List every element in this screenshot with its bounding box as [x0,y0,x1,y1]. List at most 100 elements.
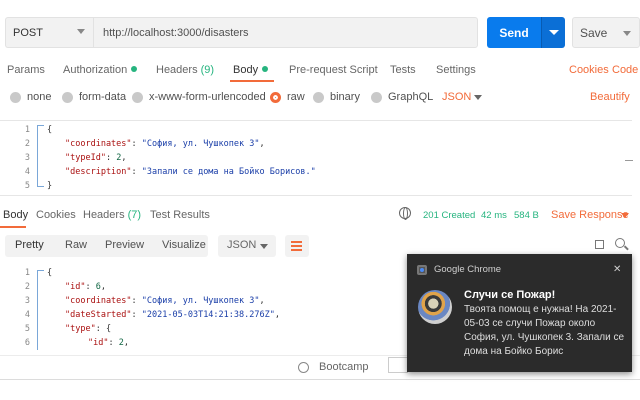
response-size[interactable]: 584 B [514,210,539,221]
tab-pre-request-script[interactable]: Pre-request Script [289,64,378,76]
tab-headers-label: Headers [156,64,198,76]
radio-binary-label: binary [330,91,360,103]
code-line: { [47,125,52,135]
view-visualize-button[interactable]: Visualize [162,239,206,251]
code-token: { [105,324,112,334]
response-format-label: JSON [227,239,257,251]
chrome-icon [417,264,427,275]
bootcamp-link[interactable]: Bootcamp [319,361,369,373]
response-tab-headers-label: Headers [83,209,125,221]
line-number: 2 [24,282,30,292]
save-response-button[interactable]: Save Response [551,209,629,221]
cookies-label: Cookies [569,64,609,76]
tab-settings[interactable]: Settings [436,64,476,76]
response-tab-test-results-label: Test Results [150,209,210,221]
response-tab-test-results[interactable]: Test Results [150,209,210,221]
chevron-down-icon [549,30,559,35]
tab-tests[interactable]: Tests [390,64,416,76]
response-body-viewer[interactable]: 1 2 3 4 5 6 { "id": 6, "coordinates": "С… [0,264,400,350]
response-time-text: 42 ms [481,210,507,221]
editor-resize-handle[interactable] [625,160,633,161]
response-tab-body-label: Body [3,209,29,221]
tab-authorization-label: Authorization [63,64,128,76]
line-number: 1 [24,125,30,135]
radio-binary[interactable]: binary [313,91,360,103]
chevron-down-icon [77,29,85,34]
close-icon[interactable]: ✕ [613,264,621,275]
response-view-toggle: Pretty Raw Preview Visualize [5,235,208,257]
radio-raw[interactable]: raw [270,91,305,103]
radio-none-label: none [27,91,52,103]
tab-headers[interactable]: Headers (9) [156,64,214,76]
cookies-link[interactable]: Cookies [569,64,609,76]
save-button[interactable]: Save [572,17,640,48]
tab-settings-label: Settings [436,64,476,76]
view-preview-button[interactable]: Preview [105,239,144,251]
active-tab-indicator [230,80,274,82]
code-link[interactable]: Code [612,64,638,76]
body-format-select[interactable]: JSON [442,91,482,103]
save-response-label: Save Response [551,209,629,221]
active-tab-indicator [0,226,26,228]
line-number: 4 [24,310,30,320]
code-value: "Запали се дома на Бойко Борисов." [141,167,316,177]
line-number: 3 [24,296,30,306]
method-label: POST [13,26,43,39]
search-icon[interactable] [615,238,625,248]
status-dot [262,66,269,72]
request-body-editor[interactable]: 1 2 3 4 5 { "coordinates": "София, ул. Ч… [0,120,632,196]
method-select[interactable]: POST [5,17,93,48]
radio-form-data[interactable]: form-data [62,91,126,103]
code-line: { [47,268,52,278]
code-label: Code [612,64,639,76]
code-key: "id" [65,282,86,292]
tab-params[interactable]: Params [7,64,45,76]
response-tab-body[interactable]: Body [3,209,28,221]
code-line: } [47,181,52,191]
tab-body[interactable]: Body [233,64,269,76]
response-size-text: 584 B [514,210,539,221]
code-value: "2021-05-03T14:21:38.276Z" [141,310,275,320]
code-value: 2 [116,153,122,163]
response-time[interactable]: 42 ms [481,210,507,221]
chrome-notification[interactable]: Google Chrome ✕ Случи се Пожар! Твоята п… [407,254,632,372]
view-pretty-button[interactable]: Pretty [15,239,44,251]
save-label: Save [580,25,608,40]
response-tab-cookies[interactable]: Cookies [36,209,76,221]
radio-graphql[interactable]: GraphQL [371,91,433,103]
response-format-select[interactable]: JSON [218,235,276,257]
radio-urlencoded[interactable]: x-www-form-urlencoded [132,91,266,103]
code-key: "coordinates" [65,296,132,306]
response-tab-headers[interactable]: Headers (7) [83,209,141,221]
headers-count: (7) [127,209,142,221]
chevron-down-icon [474,95,482,100]
wrap-lines-icon[interactable] [285,235,309,257]
tab-authorization[interactable]: Authorization [63,64,138,76]
send-options-button[interactable] [541,17,565,48]
notification-app-name: Google Chrome [434,264,502,275]
footer-button[interactable] [388,357,408,373]
status-code[interactable]: 201 Created [423,210,475,221]
code-token: } [47,181,53,191]
view-raw-button[interactable]: Raw [65,239,87,251]
notification-avatar [418,290,452,324]
code-line: "description": "Запали се дома на Бойко … [65,167,316,177]
chevron-down-icon [623,31,631,36]
globe-icon[interactable] [399,207,411,220]
tab-params-label: Params [7,64,45,76]
copy-icon[interactable] [592,237,604,249]
radio-raw-label: raw [287,91,305,103]
radio-none[interactable]: none [10,91,51,103]
headers-count: (9) [200,64,215,76]
send-label: Send [499,25,529,40]
line-number: 2 [24,139,30,149]
radio-selected-icon [270,91,281,103]
url-input[interactable]: http://localhost:3000/disasters [93,17,478,48]
radio-graphql-label: GraphQL [388,91,434,103]
radio-form-data-label: form-data [79,91,127,103]
code-line: "id": 2, [88,338,129,348]
send-button[interactable]: Send [487,17,541,48]
radio-icon [62,91,73,103]
code-line: "type": { [65,324,112,334]
beautify-link[interactable]: Beautify [590,91,630,103]
